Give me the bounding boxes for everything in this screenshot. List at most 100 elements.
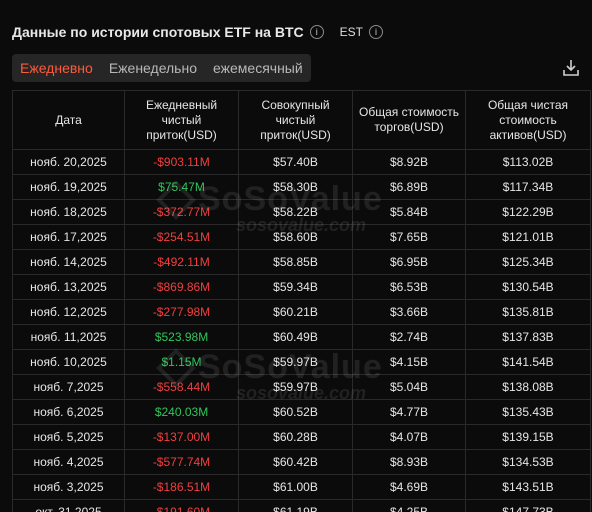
table-row[interactable]: нояб. 18,2025 -$372.77M $58.22B $5.84B $122.… — [12, 199, 591, 225]
trading-volume-cell: $4.77B — [352, 399, 466, 425]
column-header-date[interactable]: Дата — [12, 90, 125, 150]
trading-volume-cell: $5.04B — [352, 374, 466, 400]
date-cell: нояб. 7,2025 — [12, 374, 125, 400]
date-cell: нояб. 3,2025 — [12, 474, 125, 500]
trading-volume-cell: $4.15B — [352, 349, 466, 375]
date-cell: нояб. 5,2025 — [12, 424, 125, 450]
net-assets-cell: $117.34B — [465, 174, 591, 200]
cumulative-inflow-cell: $58.30B — [238, 174, 353, 200]
daily-inflow-cell: -$186.51M — [124, 474, 239, 500]
trading-volume-cell: $4.07B — [352, 424, 466, 450]
trading-volume-cell: $6.95B — [352, 249, 466, 275]
net-assets-cell: $137.83B — [465, 324, 591, 350]
table-row[interactable]: нояб. 3,2025 -$186.51M $61.00B $4.69B $143.5… — [12, 474, 591, 500]
net-assets-cell: $139.15B — [465, 424, 591, 450]
net-assets-cell: $113.02B — [465, 149, 591, 175]
daily-inflow-cell: $75.47M — [124, 174, 239, 200]
date-cell: нояб. 18,2025 — [12, 199, 125, 225]
cumulative-inflow-cell: $60.21B — [238, 299, 353, 325]
cumulative-inflow-cell: $60.52B — [238, 399, 353, 425]
table-row[interactable]: нояб. 14,2025 -$492.11M $58.85B $6.95B $125.… — [12, 249, 591, 275]
trading-volume-cell: $6.89B — [352, 174, 466, 200]
daily-inflow-cell: -$372.77M — [124, 199, 239, 225]
date-cell: нояб. 17,2025 — [12, 224, 125, 250]
trading-volume-cell: $2.74B — [352, 324, 466, 350]
cumulative-inflow-cell: $60.42B — [238, 449, 353, 475]
daily-inflow-cell: -$869.86M — [124, 274, 239, 300]
date-cell: нояб. 12,2025 — [12, 299, 125, 325]
table-row[interactable]: нояб. 7,2025 -$558.44M $59.97B $5.04B $138.0… — [12, 374, 591, 400]
daily-inflow-cell: -$137.00M — [124, 424, 239, 450]
column-header-net-assets[interactable]: Общая чистая стоимость активов(USD) — [465, 90, 591, 150]
tab-daily[interactable]: Ежедневно — [12, 54, 101, 82]
daily-inflow-cell: $1.15M — [124, 349, 239, 375]
table-row[interactable]: нояб. 6,2025 $240.03M $60.52B $4.77B $135.43… — [12, 399, 591, 425]
net-assets-cell: $134.53B — [465, 449, 591, 475]
page-title: Данные по истории спотовых ETF на BTC — [12, 24, 304, 40]
daily-inflow-cell: -$577.74M — [124, 449, 239, 475]
net-assets-cell: $135.43B — [465, 399, 591, 425]
trading-volume-cell: $4.69B — [352, 474, 466, 500]
column-header-cumulative-inflow[interactable]: Совокупный чистый приток(USD) — [238, 90, 353, 150]
table-row[interactable]: нояб. 11,2025 $523.98M $60.49B $2.74B $137.8… — [12, 324, 591, 350]
trading-volume-cell: $7.65B — [352, 224, 466, 250]
table-row[interactable]: окт. 31,2025 -$191.60M $61.19B $4.25B $147.7… — [12, 499, 591, 512]
date-cell: нояб. 13,2025 — [12, 274, 125, 300]
tab-monthly[interactable]: ежемесячный — [205, 54, 311, 82]
daily-inflow-cell: -$492.11M — [124, 249, 239, 275]
cumulative-inflow-cell: $61.00B — [238, 474, 353, 500]
column-header-daily-inflow[interactable]: Ежедневный чистый приток(USD) — [124, 90, 239, 150]
net-assets-cell: $138.08B — [465, 374, 591, 400]
net-assets-cell: $121.01B — [465, 224, 591, 250]
table-row[interactable]: нояб. 19,2025 $75.47M $58.30B $6.89B $117.34… — [12, 174, 591, 200]
trading-volume-cell: $3.66B — [352, 299, 466, 325]
tab-weekly[interactable]: Еженедельно — [101, 54, 205, 82]
timezone-info-icon[interactable]: i — [368, 25, 383, 39]
trading-volume-cell: $8.92B — [352, 149, 466, 175]
daily-inflow-cell: -$277.98M — [124, 299, 239, 325]
page-header: Данные по истории спотовых ETF на BTC i … — [12, 22, 383, 42]
date-cell: окт. 31,2025 — [12, 499, 125, 512]
table-header-row: Дата Ежедневный чистый приток(USD) Совок… — [12, 90, 591, 150]
trading-volume-cell: $6.53B — [352, 274, 466, 300]
date-cell: нояб. 4,2025 — [12, 449, 125, 475]
daily-inflow-cell: -$254.51M — [124, 224, 239, 250]
cumulative-inflow-cell: $57.40B — [238, 149, 353, 175]
net-assets-cell: $130.54B — [465, 274, 591, 300]
table-row[interactable]: нояб. 20,2025 -$903.11M $57.40B $8.92B $113.… — [12, 149, 591, 175]
column-header-trading-volume[interactable]: Общая стоимость торгов(USD) — [352, 90, 466, 150]
date-cell: нояб. 10,2025 — [12, 349, 125, 375]
timezone-label: EST — [339, 25, 363, 39]
cumulative-inflow-cell: $59.97B — [238, 349, 353, 375]
download-icon[interactable] — [562, 58, 580, 78]
table-row[interactable]: нояб. 12,2025 -$277.98M $60.21B $3.66B $135.… — [12, 299, 591, 325]
cumulative-inflow-cell: $58.60B — [238, 224, 353, 250]
cumulative-inflow-cell: $58.85B — [238, 249, 353, 275]
daily-inflow-cell: -$903.11M — [124, 149, 239, 175]
net-assets-cell: $141.54B — [465, 349, 591, 375]
daily-inflow-cell: $523.98M — [124, 324, 239, 350]
daily-inflow-cell: $240.03M — [124, 399, 239, 425]
cumulative-inflow-cell: $60.49B — [238, 324, 353, 350]
etf-history-table: Дата Ежедневный чистый приток(USD) Совок… — [12, 90, 592, 512]
table-row[interactable]: нояб. 17,2025 -$254.51M $58.60B $7.65B $121.… — [12, 224, 591, 250]
daily-inflow-cell: -$191.60M — [124, 499, 239, 512]
net-assets-cell: $147.73B — [465, 499, 591, 512]
cumulative-inflow-cell: $61.19B — [238, 499, 353, 512]
trading-volume-cell: $4.25B — [352, 499, 466, 512]
net-assets-cell: $125.34B — [465, 249, 591, 275]
trading-volume-cell: $8.93B — [352, 449, 466, 475]
period-tabs: Ежедневно Еженедельно ежемесячный — [12, 54, 311, 82]
table-row[interactable]: нояб. 10,2025 $1.15M $59.97B $4.15B $141.54B — [12, 349, 591, 375]
table-row[interactable]: нояб. 13,2025 -$869.86M $59.34B $6.53B $130.… — [12, 274, 591, 300]
date-cell: нояб. 20,2025 — [12, 149, 125, 175]
table-row[interactable]: нояб. 5,2025 -$137.00M $60.28B $4.07B $139.1… — [12, 424, 591, 450]
date-cell: нояб. 19,2025 — [12, 174, 125, 200]
info-icon[interactable]: i — [309, 25, 324, 39]
table-row[interactable]: нояб. 4,2025 -$577.74M $60.42B $8.93B $134.5… — [12, 449, 591, 475]
net-assets-cell: $122.29B — [465, 199, 591, 225]
cumulative-inflow-cell: $58.22B — [238, 199, 353, 225]
net-assets-cell: $143.51B — [465, 474, 591, 500]
cumulative-inflow-cell: $59.97B — [238, 374, 353, 400]
trading-volume-cell: $5.84B — [352, 199, 466, 225]
